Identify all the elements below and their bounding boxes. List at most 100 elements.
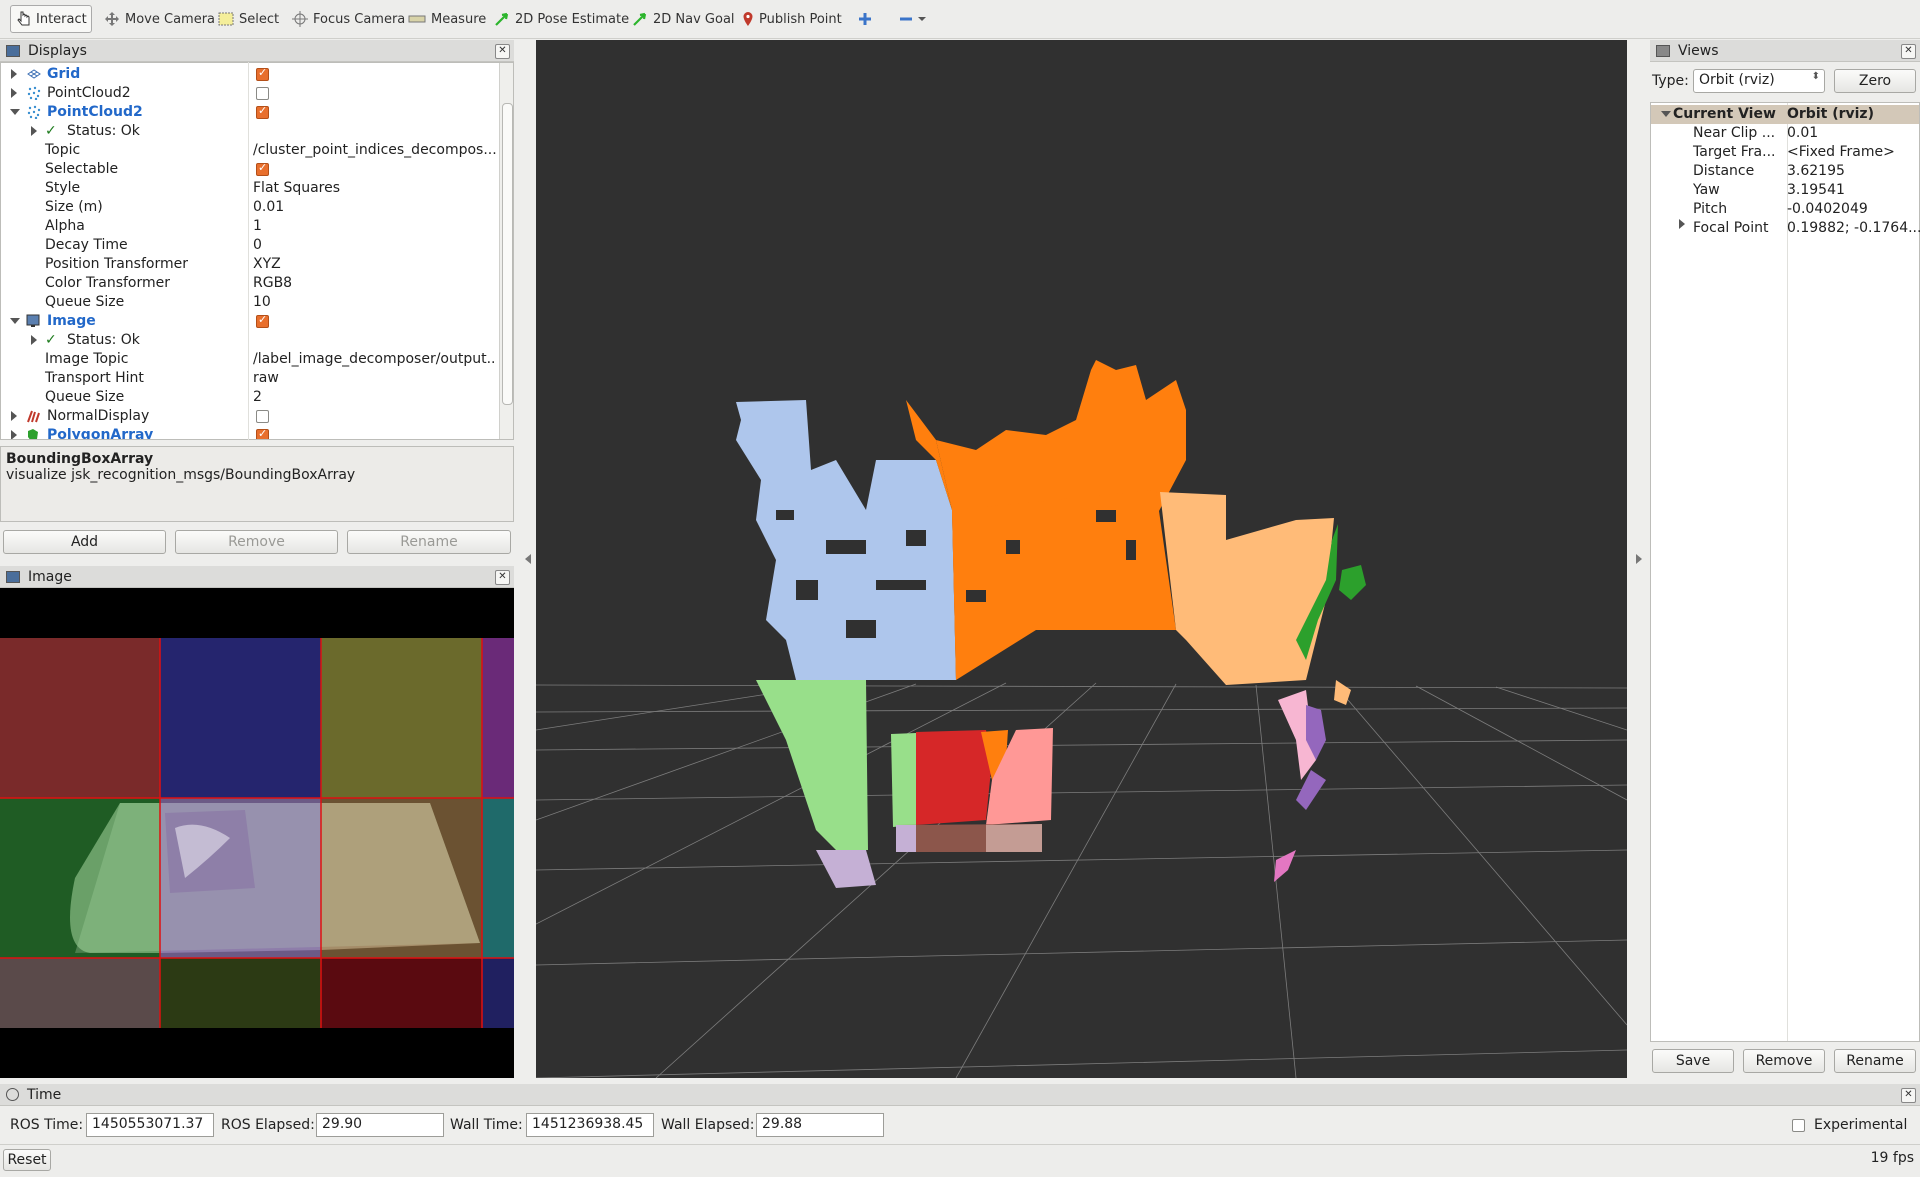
display-item-normaldisplay[interactable]: NormalDisplay [1, 407, 499, 426]
displays-scrollbar[interactable] [499, 63, 513, 439]
enable-checkbox[interactable] [256, 87, 269, 100]
view-prop-value[interactable]: -0.0402049 [1787, 201, 1868, 217]
property-alpha[interactable]: Alpha 1 [1, 217, 499, 236]
render-viewport[interactable] [536, 40, 1627, 1078]
close-icon[interactable]: ✕ [1901, 1088, 1916, 1103]
zero-button[interactable]: Zero [1834, 69, 1916, 93]
property-value[interactable]: RGB8 [253, 275, 497, 291]
property-value[interactable]: /cluster_point_indices_decompos... [253, 142, 497, 158]
wall-elapsed-field[interactable]: 29.88 [756, 1113, 884, 1137]
enable-checkbox[interactable] [256, 66, 269, 81]
view-prop-value[interactable]: <Fixed Frame> [1787, 144, 1895, 160]
property-label: Position Transformer [45, 256, 188, 272]
current-view-row[interactable]: Current View Orbit (rviz) [1651, 105, 1919, 124]
property-value[interactable]: XYZ [253, 256, 497, 272]
property-value[interactable]: raw [253, 370, 497, 386]
display-item-pointcloud2-expanded[interactable]: PointCloud2 [1, 103, 499, 122]
view-prop-value[interactable]: 0.19882; -0.1764... [1787, 220, 1920, 236]
pointcloud-icon [27, 105, 41, 119]
measure-tool[interactable]: Measure [402, 5, 492, 33]
expand-arrow-icon[interactable] [31, 335, 37, 345]
property-topic[interactable]: Topic /cluster_point_indices_decompos... [1, 141, 499, 160]
scrollbar-thumb[interactable] [502, 103, 513, 405]
collapse-right-arrow-icon[interactable] [1636, 554, 1642, 564]
view-prop-yaw[interactable]: Yaw 3.19541 [1651, 181, 1919, 200]
property-color-transformer[interactable]: Color Transformer RGB8 [1, 274, 499, 293]
property-value[interactable]: 10 [253, 294, 497, 310]
remove-display-button[interactable]: Remove [175, 530, 338, 554]
selectable-checkbox[interactable] [256, 161, 269, 176]
close-icon[interactable]: ✕ [495, 570, 510, 585]
view-prop-value[interactable]: 3.19541 [1787, 182, 1845, 198]
view-prop-pitch[interactable]: Pitch -0.0402049 [1651, 200, 1919, 219]
nav-goal-tool[interactable]: 2D Nav Goal [626, 5, 741, 33]
add-display-button[interactable]: Add [3, 530, 166, 554]
display-label: PointCloud2 [47, 104, 143, 120]
enable-checkbox[interactable] [256, 104, 269, 119]
enable-checkbox[interactable] [256, 427, 269, 439]
property-queue-size[interactable]: Queue Size 2 [1, 388, 499, 407]
display-item-pointcloud2[interactable]: PointCloud2 [1, 84, 499, 103]
collapse-left-arrow-icon[interactable] [525, 554, 531, 564]
publish-point-tool[interactable]: Publish Point [736, 5, 848, 33]
collapse-arrow-icon[interactable] [10, 318, 20, 324]
view-prop-distance[interactable]: Distance 3.62195 [1651, 162, 1919, 181]
view-prop-target-frame[interactable]: Target Fra... <Fixed Frame> [1651, 143, 1919, 162]
view-prop-label: Pitch [1693, 201, 1728, 217]
property-value[interactable]: 1 [253, 218, 497, 234]
property-value[interactable]: 0.01 [253, 199, 497, 215]
property-image-topic[interactable]: Image Topic /label_image_decomposer/outp… [1, 350, 499, 369]
ros-time-field[interactable]: 1450553071.37 [86, 1113, 214, 1137]
select-tool[interactable]: Select [212, 5, 285, 33]
main-toolbar: Interact Move Camera Select Focus Camera… [0, 0, 1920, 39]
expand-arrow-icon[interactable] [11, 69, 17, 79]
view-type-select[interactable]: Orbit (rviz) ⬍ [1693, 69, 1825, 93]
close-icon[interactable]: ✕ [495, 44, 510, 59]
status-row[interactable]: ✓ Status: Ok [1, 331, 499, 350]
property-value[interactable]: /label_image_decomposer/output... [253, 351, 497, 367]
property-value[interactable]: 2 [253, 389, 497, 405]
view-prop-value[interactable]: 0.01 [1787, 125, 1818, 141]
remove-view-button[interactable]: Remove [1743, 1049, 1825, 1073]
rename-display-button[interactable]: Rename [347, 530, 511, 554]
focus-camera-tool[interactable]: Focus Camera [286, 5, 411, 33]
collapse-arrow-icon[interactable] [1661, 111, 1671, 117]
property-queue-size[interactable]: Queue Size 10 [1, 293, 499, 312]
expand-arrow-icon[interactable] [11, 411, 17, 421]
view-prop-value[interactable]: 3.62195 [1787, 163, 1845, 179]
ros-elapsed-field[interactable]: 29.90 [316, 1113, 444, 1137]
view-prop-near-clip[interactable]: Near Clip ... 0.01 [1651, 124, 1919, 143]
interact-tool[interactable]: Interact [10, 5, 92, 33]
remove-tool-button[interactable] [893, 5, 932, 33]
property-position-transformer[interactable]: Position Transformer XYZ [1, 255, 499, 274]
enable-checkbox[interactable] [256, 410, 269, 423]
property-value[interactable]: Flat Squares [253, 180, 497, 196]
reset-button[interactable]: Reset [3, 1149, 51, 1171]
add-tool-button[interactable] [852, 5, 878, 33]
property-selectable[interactable]: Selectable [1, 160, 499, 179]
experimental-checkbox[interactable] [1792, 1119, 1805, 1132]
view-prop-focal-point[interactable]: Focal Point 0.19882; -0.1764... [1651, 219, 1920, 238]
status-row[interactable]: ✓ Status: Ok [1, 122, 499, 141]
property-style[interactable]: Style Flat Squares [1, 179, 499, 198]
expand-arrow-icon[interactable] [31, 126, 37, 136]
pose-estimate-tool[interactable]: 2D Pose Estimate [488, 5, 635, 33]
expand-arrow-icon[interactable] [11, 88, 17, 98]
property-transport-hint[interactable]: Transport Hint raw [1, 369, 499, 388]
display-item-image[interactable]: Image [1, 312, 499, 331]
display-item-grid[interactable]: Grid [1, 65, 499, 84]
rename-view-button[interactable]: Rename [1834, 1049, 1916, 1073]
enable-checkbox[interactable] [256, 313, 269, 328]
display-item-polygonarray[interactable]: PolygonArray [1, 426, 499, 439]
move-camera-tool[interactable]: Move Camera [98, 5, 221, 33]
property-value[interactable]: 0 [253, 237, 497, 253]
property-decay-time[interactable]: Decay Time 0 [1, 236, 499, 255]
collapse-arrow-icon[interactable] [10, 109, 20, 115]
expand-arrow-icon[interactable] [11, 430, 17, 439]
wall-time-field[interactable]: 1451236938.45 [526, 1113, 654, 1137]
save-view-button[interactable]: Save [1652, 1049, 1734, 1073]
property-label: Selectable [45, 161, 119, 177]
property-size[interactable]: Size (m) 0.01 [1, 198, 499, 217]
close-icon[interactable]: ✕ [1901, 44, 1916, 59]
expand-arrow-icon[interactable] [1679, 219, 1685, 229]
